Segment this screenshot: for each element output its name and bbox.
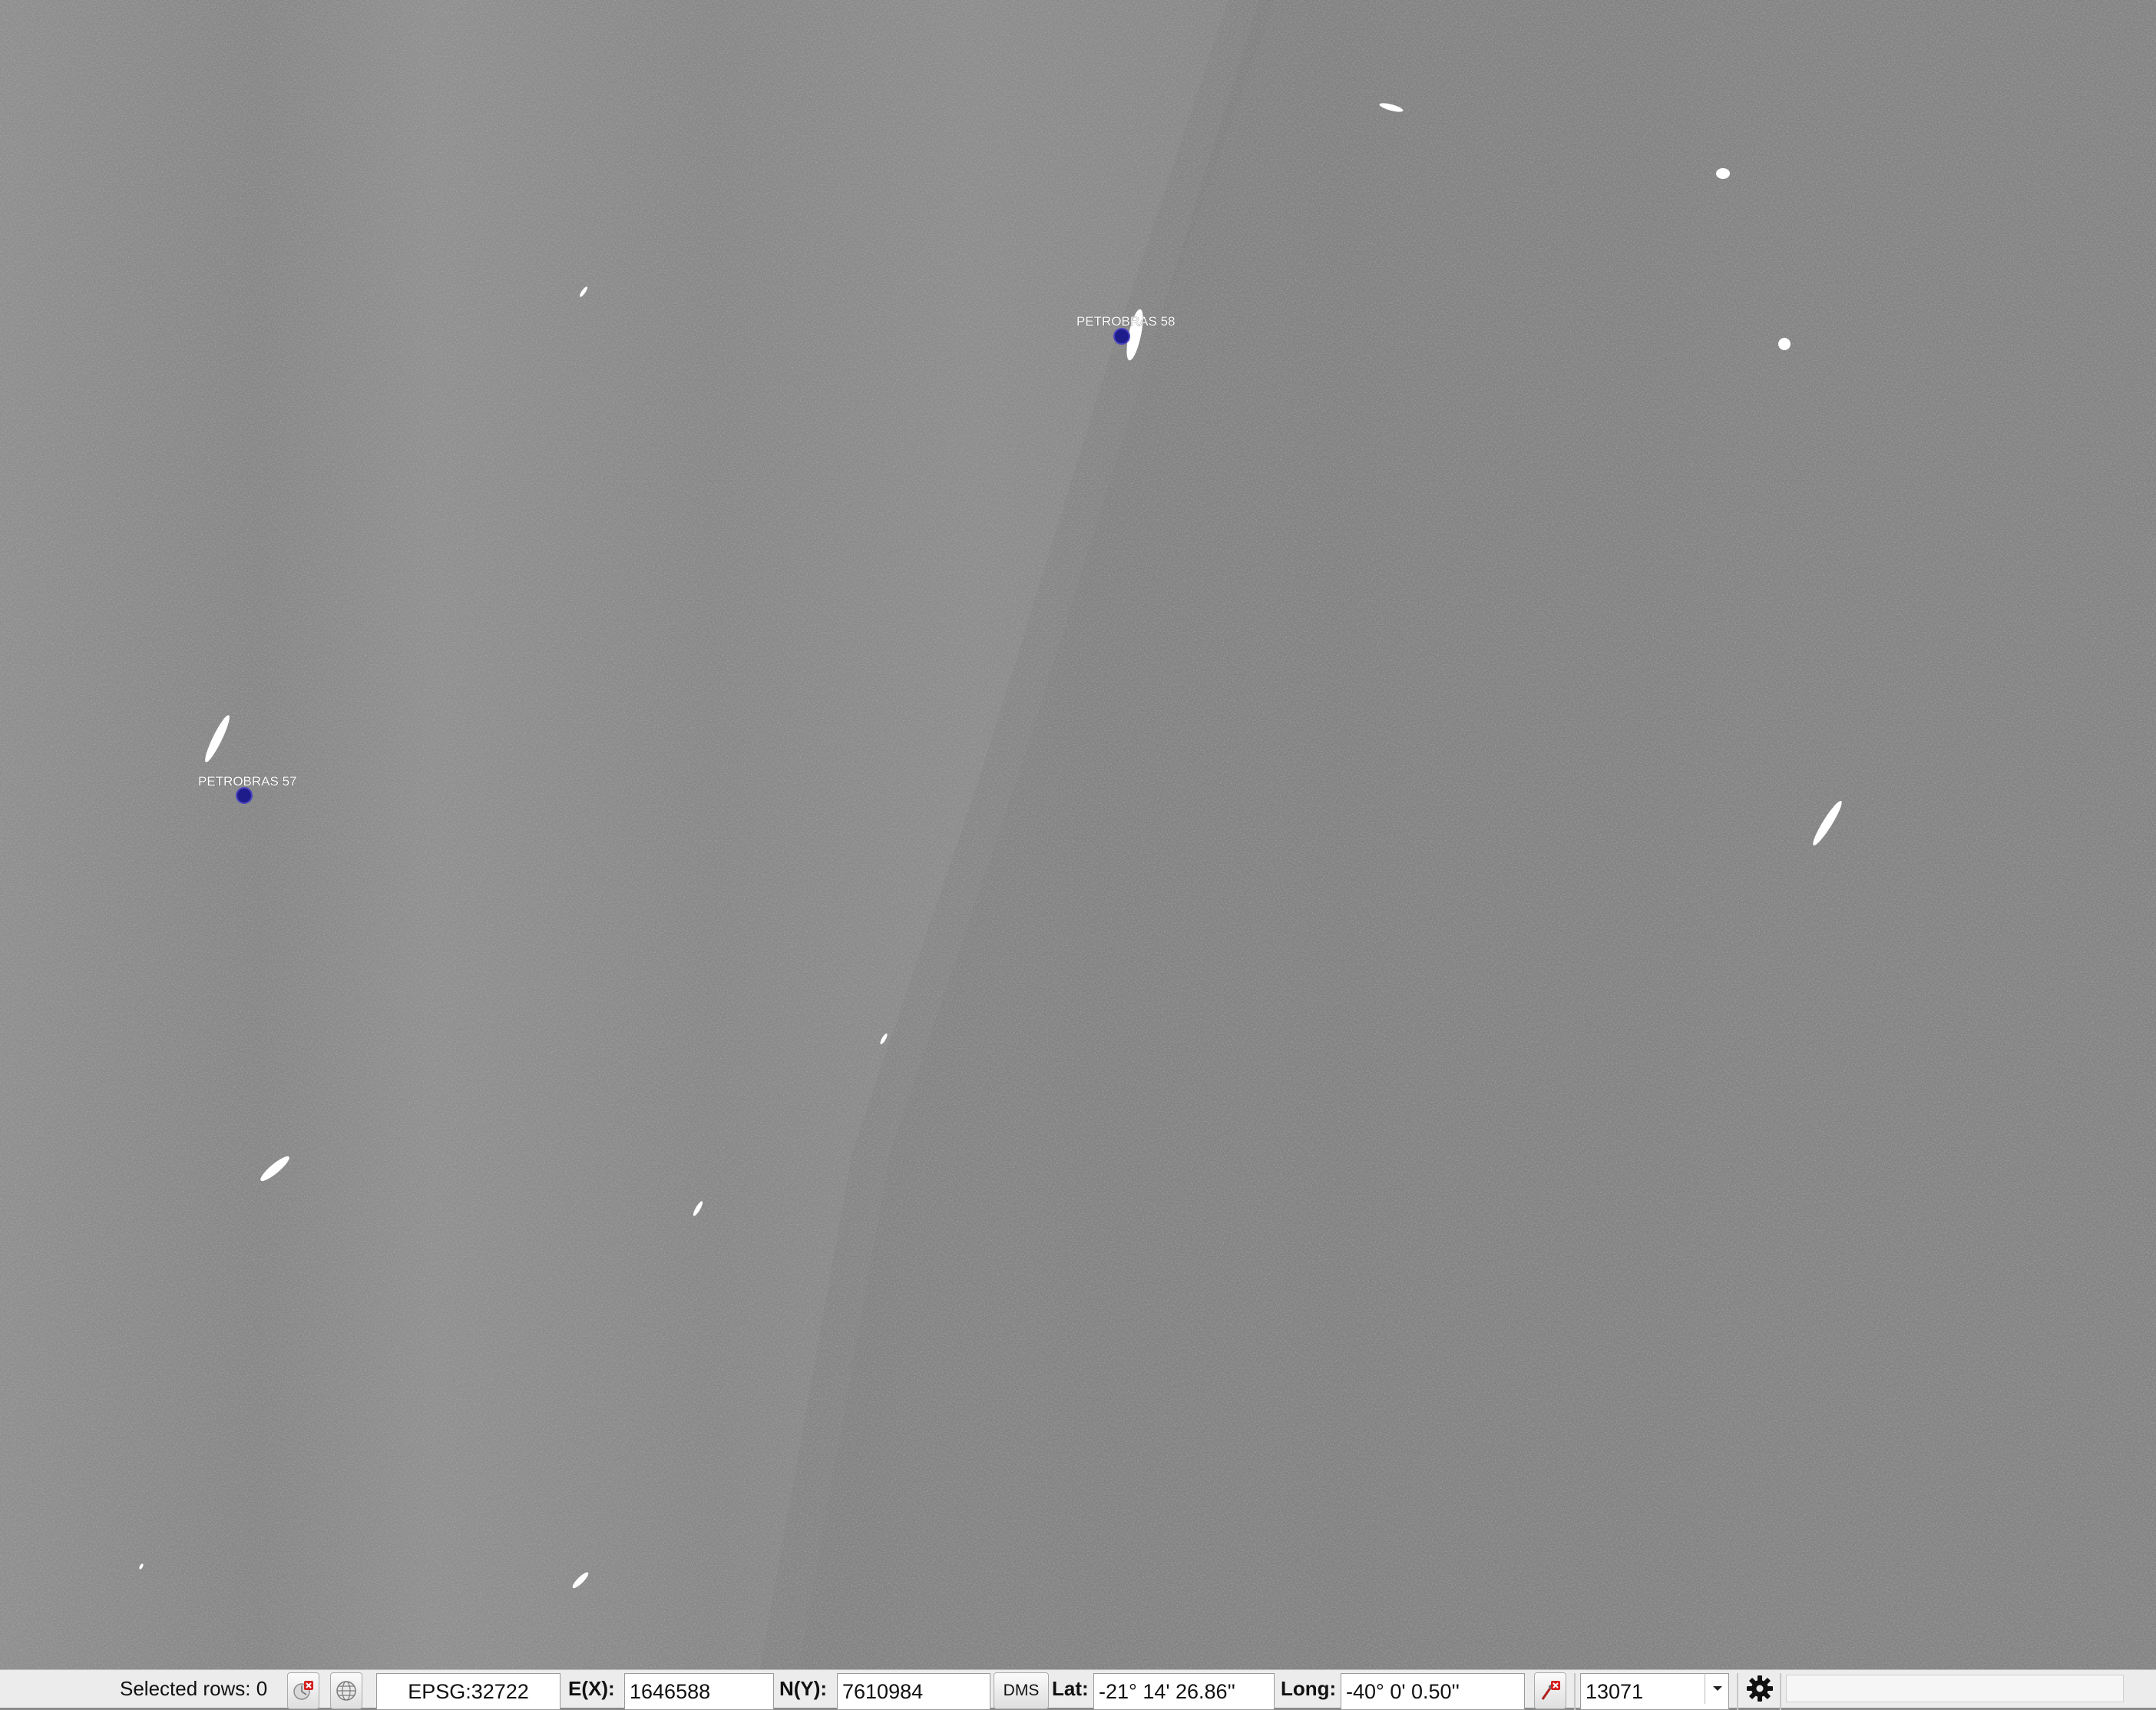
separator: [1737, 1673, 1738, 1710]
ship-echo: [1716, 168, 1730, 179]
scale-dropdown-button[interactable]: [1705, 1673, 1729, 1704]
selected-rows-label: Selected rows: 0: [120, 1676, 268, 1700]
globe-button[interactable]: [330, 1672, 362, 1709]
vessel-label: PETROBRAS 57: [198, 774, 297, 789]
sar-image: PETROBRAS 58 PETROBRAS 57: [0, 0, 2156, 1669]
clear-selection-button[interactable]: [287, 1672, 319, 1709]
clear-selection-icon: [293, 1681, 313, 1700]
gear-icon: [1747, 1675, 1773, 1702]
easting-label: E(X):: [568, 1676, 615, 1700]
pointer-clear-icon: [1541, 1681, 1560, 1700]
dms-button[interactable]: DMS: [994, 1672, 1049, 1709]
vessel-label: PETROBRAS 58: [1076, 314, 1176, 329]
settings-button[interactable]: [1743, 1670, 1777, 1707]
progress-bar: [1786, 1675, 2124, 1702]
globe-icon: [336, 1681, 356, 1701]
clear-coords-button[interactable]: [1534, 1672, 1566, 1709]
long-label: Long:: [1281, 1676, 1337, 1700]
map-canvas[interactable]: PETROBRAS 58 PETROBRAS 57: [0, 0, 2156, 1669]
vessel-point: [236, 787, 253, 804]
ship-echo: [1778, 338, 1791, 350]
lat-label: Lat:: [1052, 1676, 1089, 1700]
northing-field[interactable]: 7610984: [837, 1673, 990, 1710]
vessel-point: [1113, 328, 1130, 345]
easting-field[interactable]: 1646588: [624, 1673, 774, 1710]
northing-label: N(Y):: [779, 1676, 828, 1700]
long-field[interactable]: -40° 0' 0.50'': [1341, 1673, 1525, 1710]
separator: [1574, 1673, 1576, 1710]
status-bar: Selected rows: 0 EPSG:32722 E(X): 164658…: [0, 1669, 2156, 1710]
lat-field[interactable]: -21° 14' 26.86'': [1093, 1673, 1275, 1710]
crs-field[interactable]: EPSG:32722: [376, 1673, 560, 1710]
chevron-down-icon: [1712, 1686, 1722, 1691]
scale-value: 13071: [1586, 1679, 1644, 1703]
separator: [1780, 1673, 1781, 1710]
